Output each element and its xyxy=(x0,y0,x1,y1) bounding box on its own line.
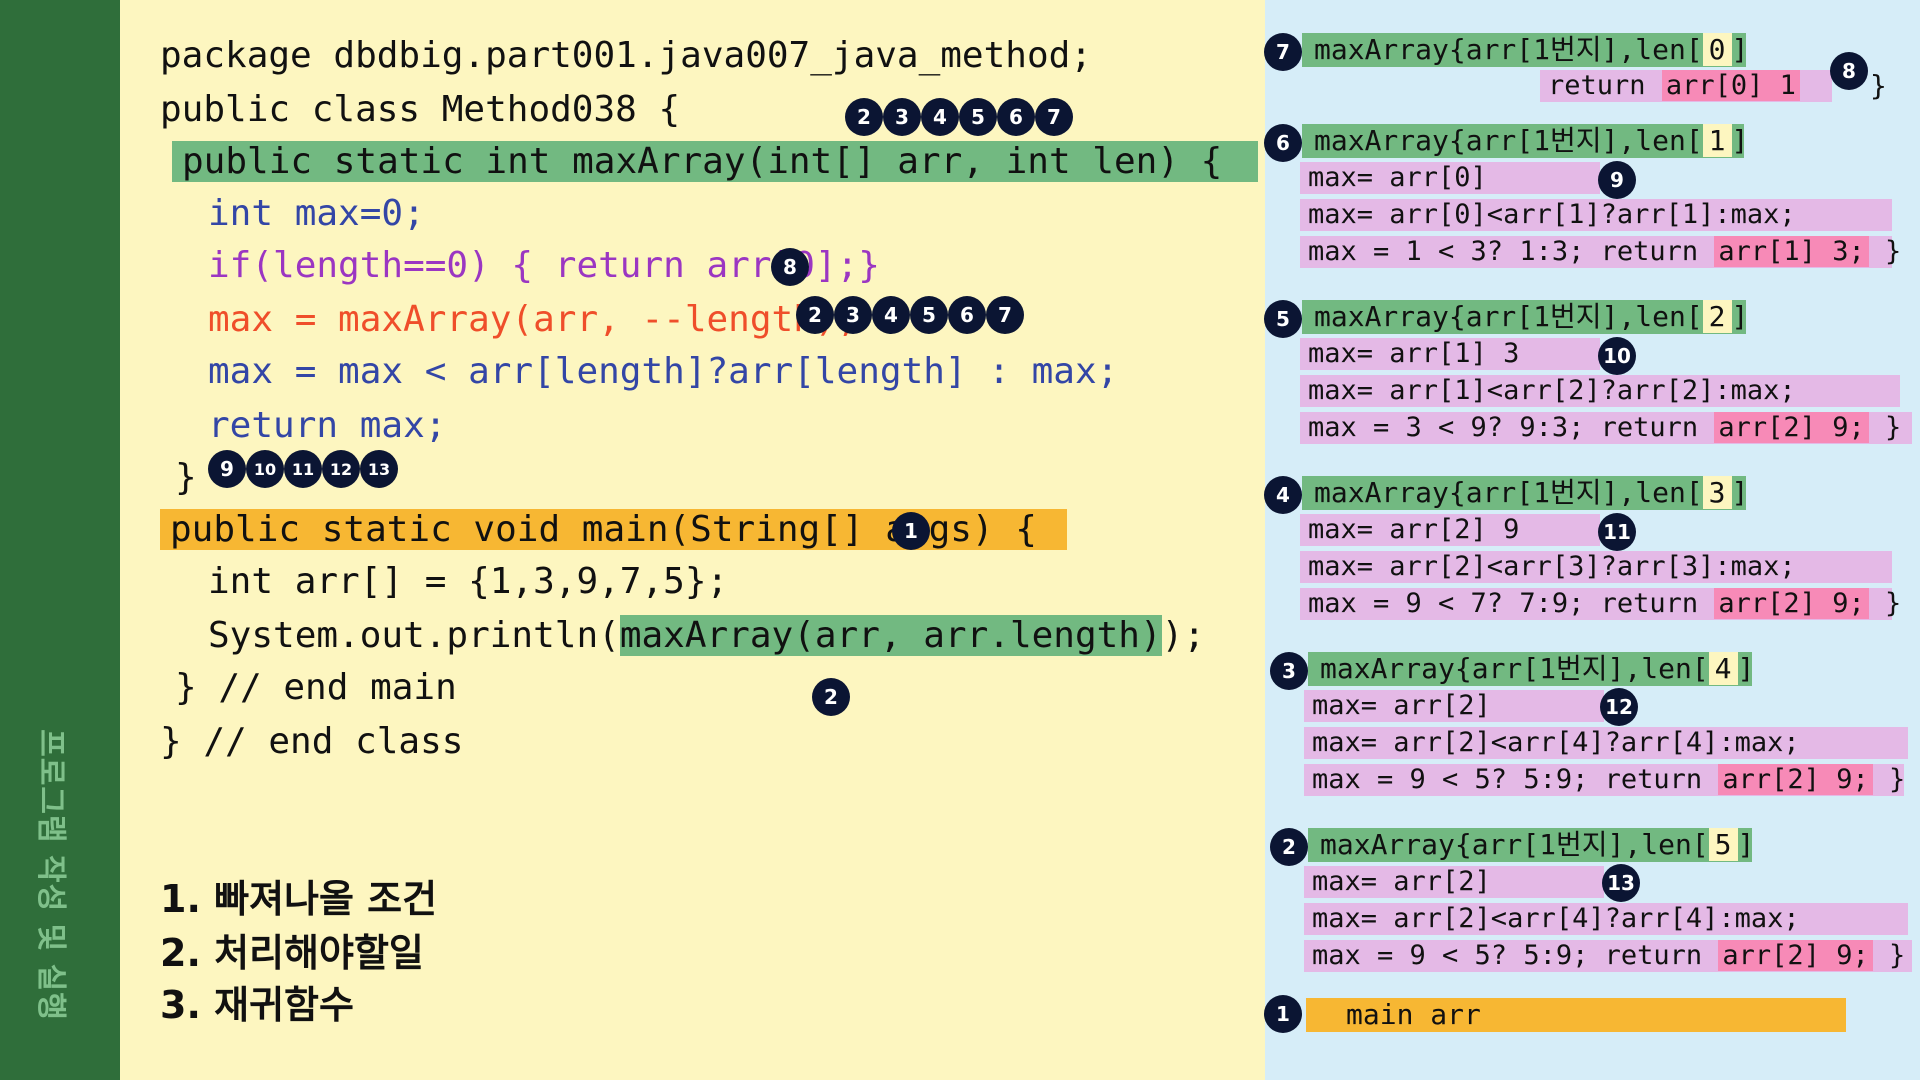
stack-frame-header: maxArray{arr[1번지],len[0] xyxy=(1302,33,1748,67)
step-badge: 2 xyxy=(796,296,834,334)
step-badge: 2 xyxy=(845,98,883,136)
len-value: 1 xyxy=(1702,124,1732,157)
len-value: 2 xyxy=(1702,300,1732,333)
line2-badges: 2 3 4 5 6 7 xyxy=(845,98,1073,136)
stack-frame-return-row: return arr[0] 1 xyxy=(1540,70,1832,102)
step-badge: 9 xyxy=(208,450,246,488)
return-value: arr[2] 9; xyxy=(1714,412,1869,443)
step-badge: 5 xyxy=(910,296,948,334)
stack-frame-header: maxArray{arr[1번지],len[1] xyxy=(1302,124,1748,158)
step-badge: 10 xyxy=(1598,337,1636,375)
step-badge: 8 xyxy=(1830,52,1868,90)
stack-frame-row: max= arr[2] xyxy=(1304,690,1604,722)
stack-frame-header: maxArray{arr[1번지],len[3] xyxy=(1302,476,1748,510)
stack-frame-row: max= arr[1] 3 xyxy=(1300,338,1600,370)
stack-frame-return-row: max = 3 < 9? 9:3; return arr[2] 9; } xyxy=(1300,412,1912,444)
stack-frame-header: maxArray{arr[1번지],len[2] xyxy=(1302,300,1748,334)
len-value: 3 xyxy=(1702,476,1732,509)
step-badge: 13 xyxy=(1602,864,1640,902)
len-value: 4 xyxy=(1708,652,1738,685)
note-recursion: 3. 재귀함수 xyxy=(160,983,354,1027)
step-badge: 4 xyxy=(921,98,959,136)
note-exit-condition: 1. 빠져나올 조건 xyxy=(160,877,438,921)
line6-badges: 2 3 4 5 6 7 xyxy=(796,296,1024,334)
code-line-end-main: } // end main xyxy=(175,667,457,708)
return-value: arr[1] 3; xyxy=(1714,236,1869,267)
code-line-package: package dbdbig.part001.java007_java_meth… xyxy=(160,35,1092,76)
println-prefix: System.out.println( xyxy=(208,615,620,656)
frame-number-badge: 5 xyxy=(1264,300,1302,338)
note-processing: 2. 처리해야할일 xyxy=(160,931,424,975)
step-badge: 7 xyxy=(1035,98,1073,136)
step-badge: 12 xyxy=(322,450,360,488)
frame-number-badge: 4 xyxy=(1264,476,1302,514)
step-badge: 9 xyxy=(1598,161,1636,199)
stack-frame-return-row: max = 9 < 5? 5:9; return arr[2] 9; } xyxy=(1304,940,1912,972)
step-badge: 1 xyxy=(892,512,930,550)
main-signature-highlight: public static void main(String[] args) { xyxy=(160,509,1067,550)
frame-number-badge: 1 xyxy=(1264,995,1302,1033)
step-badge: 12 xyxy=(1600,688,1638,726)
step-badge: 11 xyxy=(1598,513,1636,551)
code-line-int-max: int max=0; xyxy=(208,193,425,234)
return-value: arr[2] 9; xyxy=(1718,764,1873,795)
frame-number-badge: 6 xyxy=(1264,124,1302,162)
code-line-println: System.out.println(maxArray(arr, arr.len… xyxy=(208,612,1205,660)
step-badge: 3 xyxy=(834,296,872,334)
code-line-close-method: } xyxy=(175,457,197,498)
stack-frame-row: max= arr[1]<arr[2]?arr[2]:max; xyxy=(1300,375,1900,407)
stack-frame-row: max= arr[2] xyxy=(1304,866,1604,898)
main-stack-frame: main arr xyxy=(1306,998,1846,1032)
stack-frame-return-row: max = 9 < 7? 7:9; return arr[2] 9; } xyxy=(1300,588,1901,620)
stack-frame-header: maxArray{arr[1번지],len[4] xyxy=(1308,652,1754,686)
println-suffix: ); xyxy=(1161,615,1206,656)
code-line-main-signature: public static void main(String[] args) { xyxy=(160,506,1067,554)
code-line-recursive-call: max = maxArray(arr, --length); xyxy=(208,299,859,340)
frame-number-badge: 2 xyxy=(1270,828,1308,866)
step-badge: 4 xyxy=(872,296,910,334)
return-value: arr[2] 9; xyxy=(1714,588,1869,619)
stack-frame-row: max= arr[2]<arr[3]?arr[3]:max; xyxy=(1300,551,1892,583)
step-badge: 6 xyxy=(997,98,1035,136)
frame-number-badge: 7 xyxy=(1264,33,1302,71)
stack-frame-row: max= arr[2]<arr[4]?arr[4]:max; xyxy=(1304,727,1908,759)
len-value: 5 xyxy=(1708,828,1738,861)
sidebar-title: 프로그램 작성 및 실행 xyxy=(33,729,68,1021)
stack-frame-row: max= arr[0]<arr[1]?arr[1]:max; xyxy=(1300,199,1892,231)
step-badge: 3 xyxy=(883,98,921,136)
frame-close-brace: } xyxy=(1870,69,1887,102)
stack-frame-header: maxArray{arr[1번지],len[5] xyxy=(1308,828,1754,862)
line9-badges: 9 10 11 12 13 xyxy=(208,450,398,488)
step-badge: 11 xyxy=(284,450,322,488)
step-badge: 5 xyxy=(959,98,997,136)
code-line-method-signature: public static int maxArray(int[] arr, in… xyxy=(172,138,1259,186)
step-badge: 2 xyxy=(812,678,850,716)
stack-frame-return-row: max = 1 < 3? 1:3; return arr[1] 3; } xyxy=(1300,236,1901,268)
code-line-return-max: return max; xyxy=(208,405,447,446)
code-line-compare: max = max < arr[length]?arr[length] : ma… xyxy=(208,351,1119,392)
step-badge: 10 xyxy=(246,450,284,488)
stack-frame-row: max= arr[2]<arr[4]?arr[4]:max; xyxy=(1304,903,1908,935)
len-value: 0 xyxy=(1702,33,1732,66)
stack-frame-return-row: max = 9 < 5? 5:9; return arr[2] 9; } xyxy=(1304,764,1905,796)
step-badge: 7 xyxy=(986,296,1024,334)
stack-frame-row: max= arr[2] 9 xyxy=(1300,514,1600,546)
step-badge: 13 xyxy=(360,450,398,488)
code-line-class: public class Method038 { xyxy=(160,89,681,130)
code-line-array-init: int arr[] = {1,3,9,7,5}; xyxy=(208,561,729,602)
code-line-end-class: } // end class xyxy=(160,721,464,762)
step-badge: 6 xyxy=(948,296,986,334)
step-badge: 8 xyxy=(771,248,809,286)
println-call-highlight: maxArray(arr, arr.length) xyxy=(619,615,1162,656)
method-signature-highlight: public static int maxArray(int[] arr, in… xyxy=(172,141,1259,182)
frame-number-badge: 3 xyxy=(1270,652,1308,690)
stack-frame-row: max= arr[0] xyxy=(1300,162,1600,194)
return-value: arr[2] 9; xyxy=(1718,940,1873,971)
return-value: arr[0] 1 xyxy=(1661,70,1800,101)
sidebar: 프로그램 작성 및 실행 xyxy=(0,0,120,1080)
